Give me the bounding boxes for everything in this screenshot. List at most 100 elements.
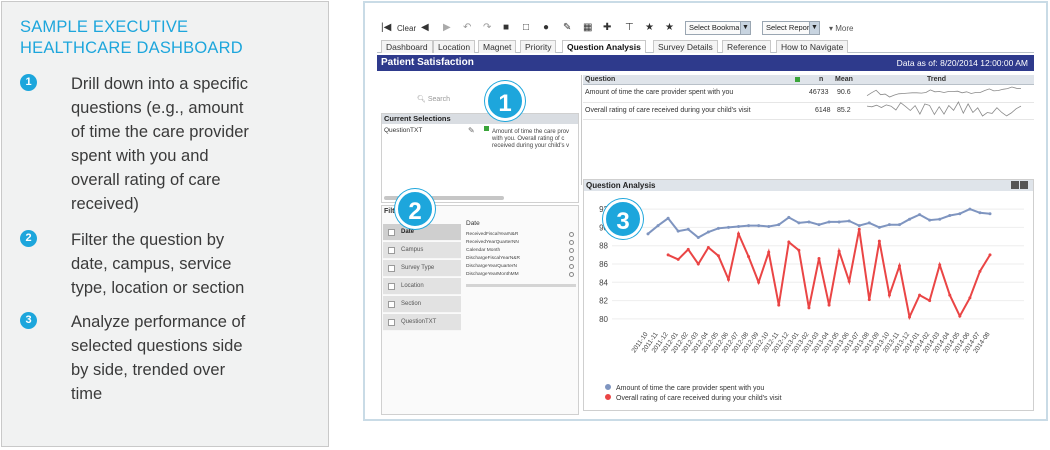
page-title: Patient Satisfaction [381,57,474,68]
date-filter-row[interactable]: ReceivedFiscalYearN&R [466,232,576,237]
horizontal-scrollbar[interactable] [466,284,576,287]
data-point [958,212,962,216]
edit-icon[interactable]: ✎ [563,21,571,35]
filter-section[interactable]: Section [383,296,461,313]
data-as-of: Data as of: 8/20/2014 12:00:00 AM [896,58,1028,68]
legend-marker [604,383,612,391]
radio-icon [569,232,574,237]
column-header-mean[interactable]: Mean [835,76,853,83]
data-point [807,220,811,224]
undo-icon[interactable]: ↶ [463,21,471,35]
pin-icon[interactable]: ⊤ [625,21,634,35]
data-point [716,254,720,258]
search-box[interactable]: 🔍︎ Search [417,95,450,103]
data-point [817,223,821,227]
feature-text-line: by side, trended over [71,361,226,379]
selected-indicator-icon [484,126,489,131]
tab-how-to-navigate[interactable]: How to Navigate [776,40,849,53]
data-point [847,219,851,223]
filter-icon [388,283,395,290]
data-point [827,303,831,307]
data-point [897,264,901,268]
filter-question[interactable]: QuestionTXT [383,314,461,331]
feature-text: Analyze performance of selected question… [71,310,281,406]
tab-priority[interactable]: Priority [520,40,557,53]
date-filter-row[interactable]: ReceivedYearQuarterNN [466,240,576,245]
selection-value-line: received during your child's v [492,143,570,149]
bookmark-icon[interactable]: ★ [665,21,674,35]
data-point [958,314,962,318]
tab-dashboard[interactable]: Dashboard [381,40,433,53]
lock-icon[interactable]: ■ [503,21,509,35]
data-point [827,220,831,224]
date-filter-row[interactable]: DischargeYearQuarterN [466,264,576,269]
clear-button[interactable]: Clear [397,22,416,36]
sparkline [866,86,1022,98]
date-filter-row[interactable]: DischargeFiscalYearN&R [466,256,576,261]
question-cell: Overall rating of care received during y… [585,107,751,114]
redo-icon[interactable]: ↷ [483,21,491,35]
bookmark-select[interactable]: Select Bookmark ▼ [685,21,751,35]
sort-indicator-icon [795,77,800,82]
slide: SAMPLE EXECUTIVE HEALTHCARE DASHBOARD 1 … [0,0,1050,450]
data-point [747,224,751,228]
forward-icon[interactable]: ▶ [443,21,451,35]
filter-icon [388,265,395,272]
bookmark-add-icon[interactable]: ★ [645,21,654,35]
edit-selection-icon[interactable]: ✎ [468,126,475,135]
data-point [807,306,811,310]
selection-value-line: with you. Overall rating of c [492,136,565,142]
radio-icon [569,264,574,269]
feature-text-line: Analyze performance of [71,313,246,331]
data-point [837,220,841,224]
date-filter-row[interactable]: Calendar Month [466,248,576,253]
unlock-icon[interactable]: □ [523,21,529,35]
filter-location[interactable]: Location [383,278,461,295]
data-point [988,212,992,216]
data-point [777,223,781,227]
selection-field: QuestionTXT [384,127,423,134]
date-filter-row[interactable]: DischargeYearMonthMM [466,272,576,277]
chevron-down-icon: ▼ [740,22,750,34]
dashboard-app: |◀ Clear ◀ ▶ ↶ ↷ ■ □ ● ✎ ▦ ✚ ⊤ ★ ★ Selec… [377,13,1034,415]
current-selections-title: Current Selections [382,114,578,124]
back-icon[interactable]: ◀ [421,21,429,35]
data-point [696,262,700,266]
first-page-icon[interactable]: |◀ [381,21,391,35]
data-point [887,223,891,227]
feature-text-line: received) [71,195,139,213]
report-select[interactable]: Select Report ▼ [762,21,820,35]
feature-number-badge: 1 [20,74,37,91]
panel-title: SAMPLE EXECUTIVE HEALTHCARE DASHBOARD [20,17,243,59]
tab-survey-details[interactable]: Survey Details [653,40,718,53]
search-icon: 🔍︎ [417,96,426,103]
add-icon[interactable]: ✚ [603,21,611,35]
print-icon[interactable] [1011,181,1019,189]
data-point [777,303,781,307]
feature-text-line: time [71,385,103,403]
radio-icon [569,272,574,277]
column-header-trend[interactable]: Trend [927,76,946,83]
date-filter-title: Date [466,220,480,227]
feature-text-line: spent with you and [71,147,209,165]
filter-survey-type[interactable]: Survey Type [383,260,461,277]
data-point [968,296,972,300]
data-point [726,225,730,229]
table-icon[interactable]: ▦ [583,21,592,35]
dashboard-screenshot: |◀ Clear ◀ ▶ ↶ ↷ ■ □ ● ✎ ▦ ✚ ⊤ ★ ★ Selec… [363,1,1048,421]
tab-magnet[interactable]: Magnet [478,40,517,53]
trend-sparklines [866,86,1022,117]
export-icon[interactable] [1020,181,1028,189]
tab-reference[interactable]: Reference [722,40,772,53]
more-menu[interactable]: ▾ More [829,22,853,36]
filter-campus[interactable]: Campus [383,242,461,259]
check-icon[interactable]: ● [543,21,549,35]
y-tick-label: 84 [599,278,608,287]
column-header-n[interactable]: n [819,76,823,83]
tab-question-analysis[interactable]: Question Analysis [562,40,646,53]
y-tick-label: 88 [599,242,608,251]
column-header-question[interactable]: Question [585,76,615,83]
legend-marker [604,393,612,401]
tab-location[interactable]: Location [433,40,476,53]
filter-label: QuestionTXT [401,319,437,325]
